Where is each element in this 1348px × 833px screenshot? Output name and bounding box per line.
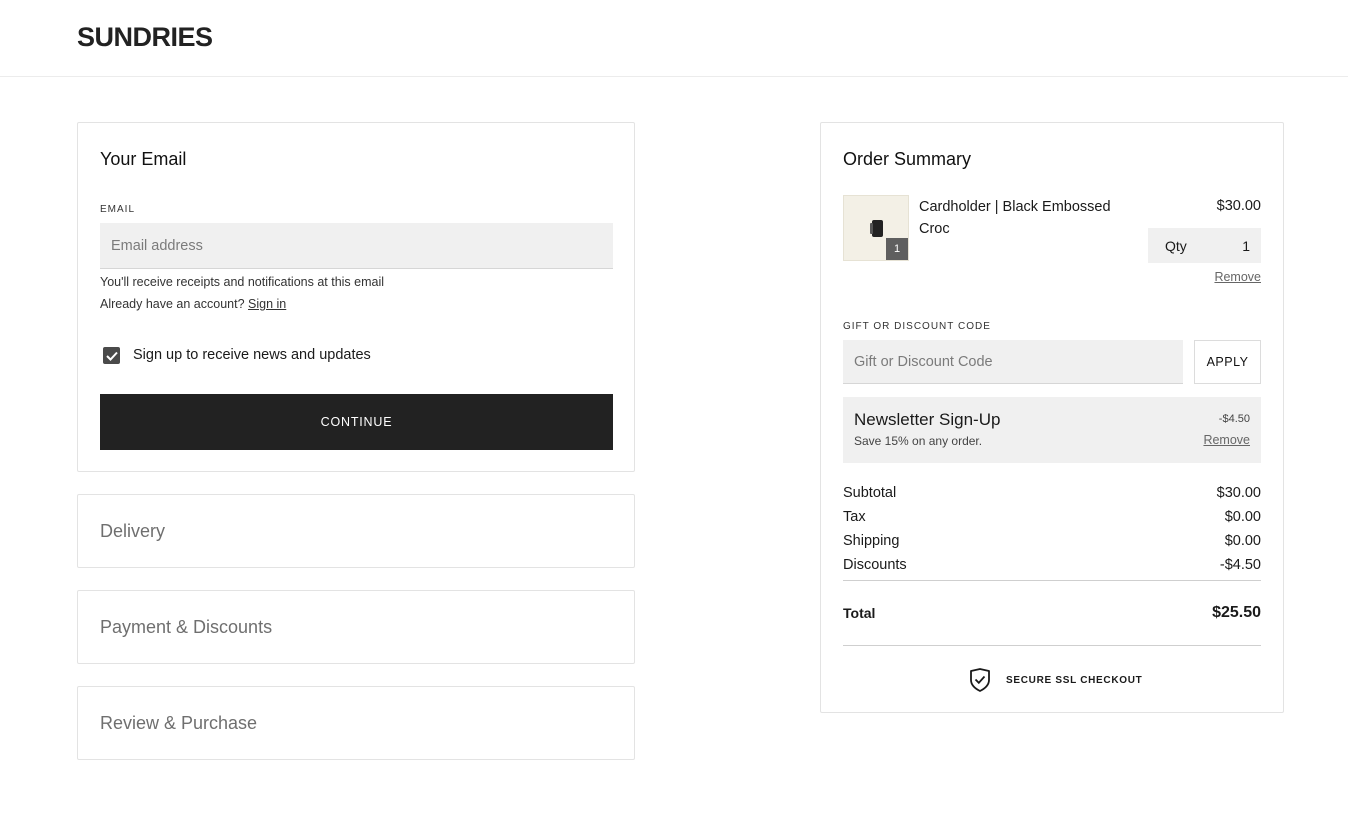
sign-in-link[interactable]: Sign in (248, 297, 286, 311)
payment-section-title: Payment & Discounts (100, 617, 273, 637)
product-price: $30.00 (1216, 198, 1261, 214)
remove-item-link[interactable]: Remove (1214, 270, 1261, 284)
continue-button[interactable]: CONTINUE (100, 394, 613, 450)
order-summary-title: Order Summary (843, 149, 972, 169)
quantity-value[interactable]: 1 (1242, 238, 1250, 254)
shield-check-icon (970, 668, 990, 692)
shipping-value: $0.00 (1224, 533, 1261, 549)
check-icon (105, 351, 118, 361)
total-label: Total (843, 605, 876, 621)
total-row: Total $25.50 (843, 604, 1261, 622)
subtotal-label: Subtotal (843, 485, 897, 501)
email-section: Your Email EMAIL You'll receive receipts… (77, 122, 635, 472)
discounts-row: Discounts -$4.50 (843, 557, 1261, 573)
product-thumbnail: 1 (843, 195, 909, 261)
quantity-input[interactable]: Qty 1 (1148, 228, 1261, 263)
review-section-title: Review & Purchase (100, 713, 258, 733)
quantity-badge: 1 (886, 238, 908, 260)
payment-section[interactable]: Payment & Discounts (77, 590, 635, 664)
email-helper-text: You'll receive receipts and notification… (100, 275, 385, 289)
brand-logo[interactable]: SUNDRIES (77, 22, 213, 53)
discount-amount: -$4.50 (1218, 413, 1250, 425)
tax-value: $0.00 (1224, 509, 1261, 525)
email-field-label: EMAIL (100, 204, 136, 215)
applied-discount: Newsletter Sign-Up Save 15% on any order… (843, 397, 1261, 463)
discount-title: Newsletter Sign-Up (854, 410, 1001, 429)
order-summary: Order Summary 1 Cardholder | Black Embos… (820, 122, 1284, 713)
remove-discount-link[interactable]: Remove (1203, 433, 1250, 447)
delivery-section-title: Delivery (100, 521, 166, 541)
email-input[interactable] (100, 223, 613, 269)
secure-checkout-text: SECURE SSL CHECKOUT (1006, 674, 1143, 686)
secure-divider (843, 645, 1261, 646)
discount-description: Save 15% on any order. (854, 434, 983, 448)
apply-discount-button[interactable]: APPLY (1194, 340, 1261, 384)
totals-divider (843, 580, 1261, 581)
discount-code-label: GIFT OR DISCOUNT CODE (843, 321, 991, 332)
discount-code-input[interactable] (843, 340, 1183, 384)
quantity-label: Qty (1165, 237, 1187, 254)
shipping-label: Shipping (843, 533, 900, 549)
product-name: Cardholder | Black Embossed Croc (919, 199, 1111, 237)
delivery-section[interactable]: Delivery (77, 494, 635, 568)
account-prompt: Already have an account? Sign in (100, 297, 286, 311)
tax-row: Tax $0.00 (843, 509, 1261, 525)
newsletter-checkbox-label[interactable]: Sign up to receive news and updates (133, 347, 371, 363)
total-value: $25.50 (1212, 604, 1261, 621)
shipping-row: Shipping $0.00 (843, 533, 1261, 549)
newsletter-checkbox[interactable] (103, 347, 120, 364)
tax-label: Tax (843, 509, 866, 525)
email-section-title: Your Email (100, 149, 187, 169)
account-prompt-text: Already have an account? (100, 297, 245, 311)
secure-checkout-notice: SECURE SSL CHECKOUT (969, 668, 1142, 692)
review-section[interactable]: Review & Purchase (77, 686, 635, 760)
discounts-value: -$4.50 (1219, 557, 1261, 573)
site-header: SUNDRIES (0, 0, 1348, 77)
discounts-label: Discounts (843, 557, 907, 573)
cardholder-image (870, 220, 883, 237)
subtotal-row: Subtotal $30.00 (843, 485, 1261, 501)
subtotal-value: $30.00 (1216, 485, 1261, 501)
